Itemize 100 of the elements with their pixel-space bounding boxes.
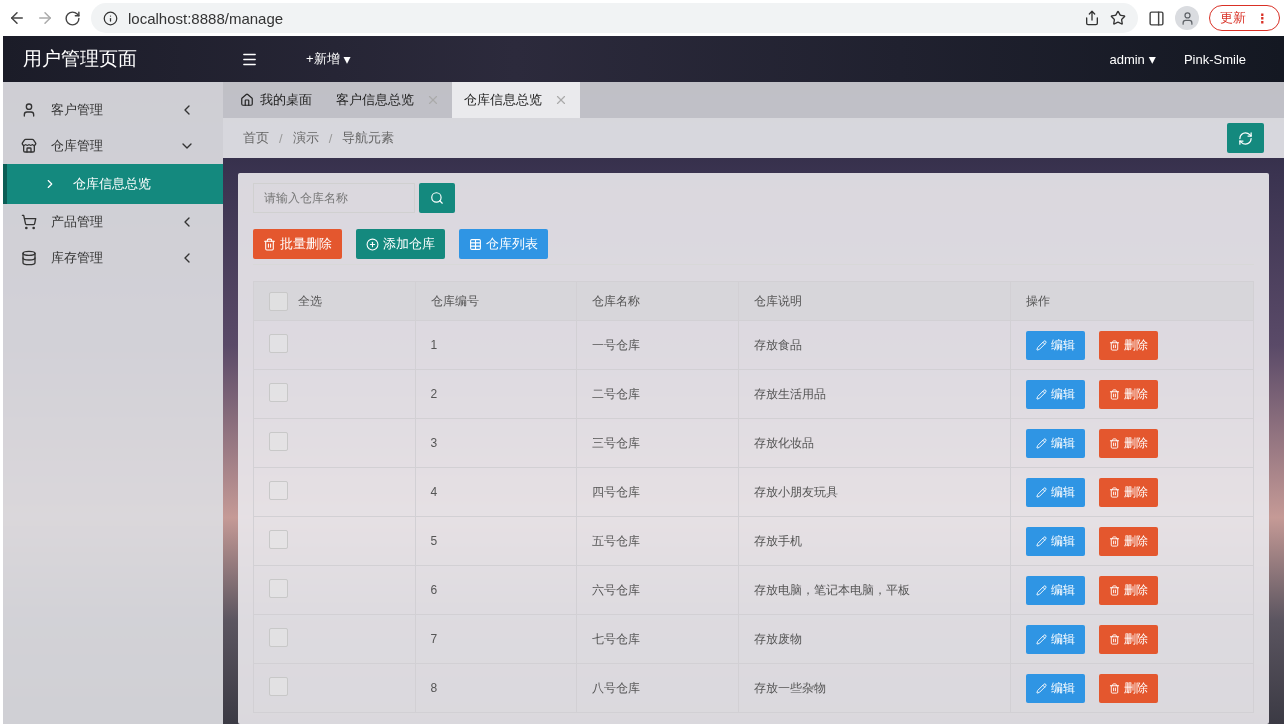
home-icon: [240, 93, 254, 107]
info-icon[interactable]: [103, 10, 118, 26]
table-cell: 存放小朋友玩具: [738, 467, 1011, 517]
delete-button[interactable]: 删除: [1099, 673, 1159, 703]
pencil-icon: [1036, 633, 1048, 645]
more-dots-icon[interactable]: ⋮: [1256, 10, 1269, 26]
table-icon: [469, 237, 482, 251]
refresh-button[interactable]: [1227, 123, 1264, 153]
edit-button[interactable]: 编辑: [1026, 673, 1086, 703]
forward-icon[interactable]: [36, 9, 54, 27]
checkbox[interactable]: [269, 530, 288, 549]
checkbox[interactable]: [269, 383, 288, 402]
reload-icon[interactable]: [64, 9, 81, 27]
delete-button[interactable]: 删除: [1099, 624, 1159, 654]
sidebar-label: 产品管理: [51, 213, 104, 231]
checkbox[interactable]: [269, 291, 288, 311]
cart-icon: [21, 214, 37, 230]
select-all-label: 全选: [298, 292, 322, 310]
checkbox[interactable]: [269, 334, 288, 353]
profile-avatar[interactable]: [1175, 6, 1199, 30]
header-cell: 仓库说明: [738, 281, 1011, 321]
breadcrumb-link[interactable]: 导航元素: [342, 129, 395, 147]
edit-button[interactable]: 编辑: [1026, 477, 1086, 507]
add-menu[interactable]: +新增 ▾: [306, 50, 351, 68]
database-icon: [21, 250, 37, 266]
table-cell: 4: [415, 467, 577, 517]
table-cell: 六号仓库: [576, 565, 739, 615]
trash-icon: [1109, 388, 1121, 400]
sidebar-label: 仓库管理: [51, 137, 104, 155]
checkbox[interactable]: [269, 677, 288, 696]
delete-button[interactable]: 删除: [1099, 575, 1159, 605]
table-cell: 存放手机: [738, 516, 1011, 566]
edit-button[interactable]: 编辑: [1026, 526, 1086, 556]
pencil-icon: [1036, 486, 1048, 498]
table-cell: 存放电脑，笔记本电脑，平板: [738, 565, 1011, 615]
sidebar-label: 库存管理: [51, 249, 104, 267]
checkbox[interactable]: [269, 432, 288, 451]
trash-icon: [1109, 633, 1121, 645]
search-button[interactable]: [419, 183, 455, 213]
table-cell: 3: [415, 418, 577, 468]
update-button[interactable]: 更新 ⋮: [1209, 5, 1280, 31]
search-field[interactable]: 请输入仓库名称: [253, 183, 415, 213]
trash-icon: [1109, 339, 1121, 351]
header-cell: 仓库名称: [576, 281, 739, 321]
breadcrumb-link[interactable]: 演示: [292, 129, 319, 147]
toolbar-button[interactable]: 仓库列表: [459, 229, 548, 259]
table-cell: 三号仓库: [576, 418, 739, 468]
delete-button[interactable]: 删除: [1099, 379, 1159, 409]
delete-button[interactable]: 删除: [1099, 330, 1159, 360]
delete-button[interactable]: 删除: [1099, 526, 1159, 556]
sidebar-item[interactable]: 客户管理: [3, 92, 223, 128]
table-cell: 7: [415, 614, 577, 664]
address-bar[interactable]: localhost:8888/manage: [91, 3, 1138, 33]
sidebar-item[interactable]: 仓库管理: [3, 128, 223, 164]
edit-button[interactable]: 编辑: [1026, 330, 1086, 360]
refresh-icon: [1238, 130, 1253, 146]
breadcrumb-link[interactable]: 首页: [243, 129, 269, 147]
sidebar-subitem[interactable]: 仓库信息总览: [3, 164, 223, 204]
edit-button[interactable]: 编辑: [1026, 624, 1086, 654]
delete-button[interactable]: 删除: [1099, 428, 1159, 458]
sidebar-item[interactable]: 产品管理: [3, 204, 223, 240]
trash-icon: [1109, 437, 1121, 449]
close-icon[interactable]: [426, 93, 440, 107]
breadcrumb-separator: /: [328, 130, 333, 146]
pencil-icon: [1036, 584, 1048, 596]
theme-link[interactable]: Pink-Smile: [1183, 51, 1246, 67]
edit-button[interactable]: 编辑: [1026, 379, 1086, 409]
checkbox[interactable]: [269, 628, 288, 647]
checkbox[interactable]: [269, 481, 288, 500]
edit-button[interactable]: 编辑: [1026, 428, 1086, 458]
sidebar-item[interactable]: 库存管理: [3, 240, 223, 276]
breadcrumb-separator: /: [279, 130, 283, 146]
header-cell: 操作: [1010, 281, 1254, 321]
table-cell: 八号仓库: [576, 663, 739, 713]
table-cell: 四号仓库: [576, 467, 739, 517]
pencil-icon: [1036, 535, 1048, 547]
table-cell: 5: [415, 516, 577, 566]
checkbox[interactable]: [269, 579, 288, 598]
edit-button[interactable]: 编辑: [1026, 575, 1086, 605]
table-cell: 存放废物: [738, 614, 1011, 664]
share-icon[interactable]: [1084, 10, 1100, 26]
table-cell: 2: [415, 369, 577, 419]
back-icon[interactable]: [8, 9, 26, 27]
toolbar-button[interactable]: 批量删除: [253, 229, 342, 259]
table-cell: 8: [415, 663, 577, 713]
table-cell: 一号仓库: [576, 320, 739, 370]
table-cell: 存放生活用品: [738, 369, 1011, 419]
plus-circle-icon: [366, 237, 379, 251]
toolbar-button[interactable]: 添加仓库: [356, 229, 445, 259]
page-tab[interactable]: 我的桌面: [228, 82, 324, 118]
user-menu[interactable]: admin ▾: [1109, 51, 1156, 67]
page-tab[interactable]: 仓库信息总览: [452, 82, 580, 118]
side-panel-icon[interactable]: [1148, 9, 1165, 27]
star-icon[interactable]: [1110, 10, 1126, 26]
delete-button[interactable]: 删除: [1099, 477, 1159, 507]
app-title: 用户管理页面: [22, 47, 138, 71]
close-icon[interactable]: [554, 93, 568, 107]
trash-icon: [1109, 682, 1121, 694]
pencil-icon: [1036, 437, 1048, 449]
page-tab[interactable]: 客户信息总览: [324, 82, 452, 118]
